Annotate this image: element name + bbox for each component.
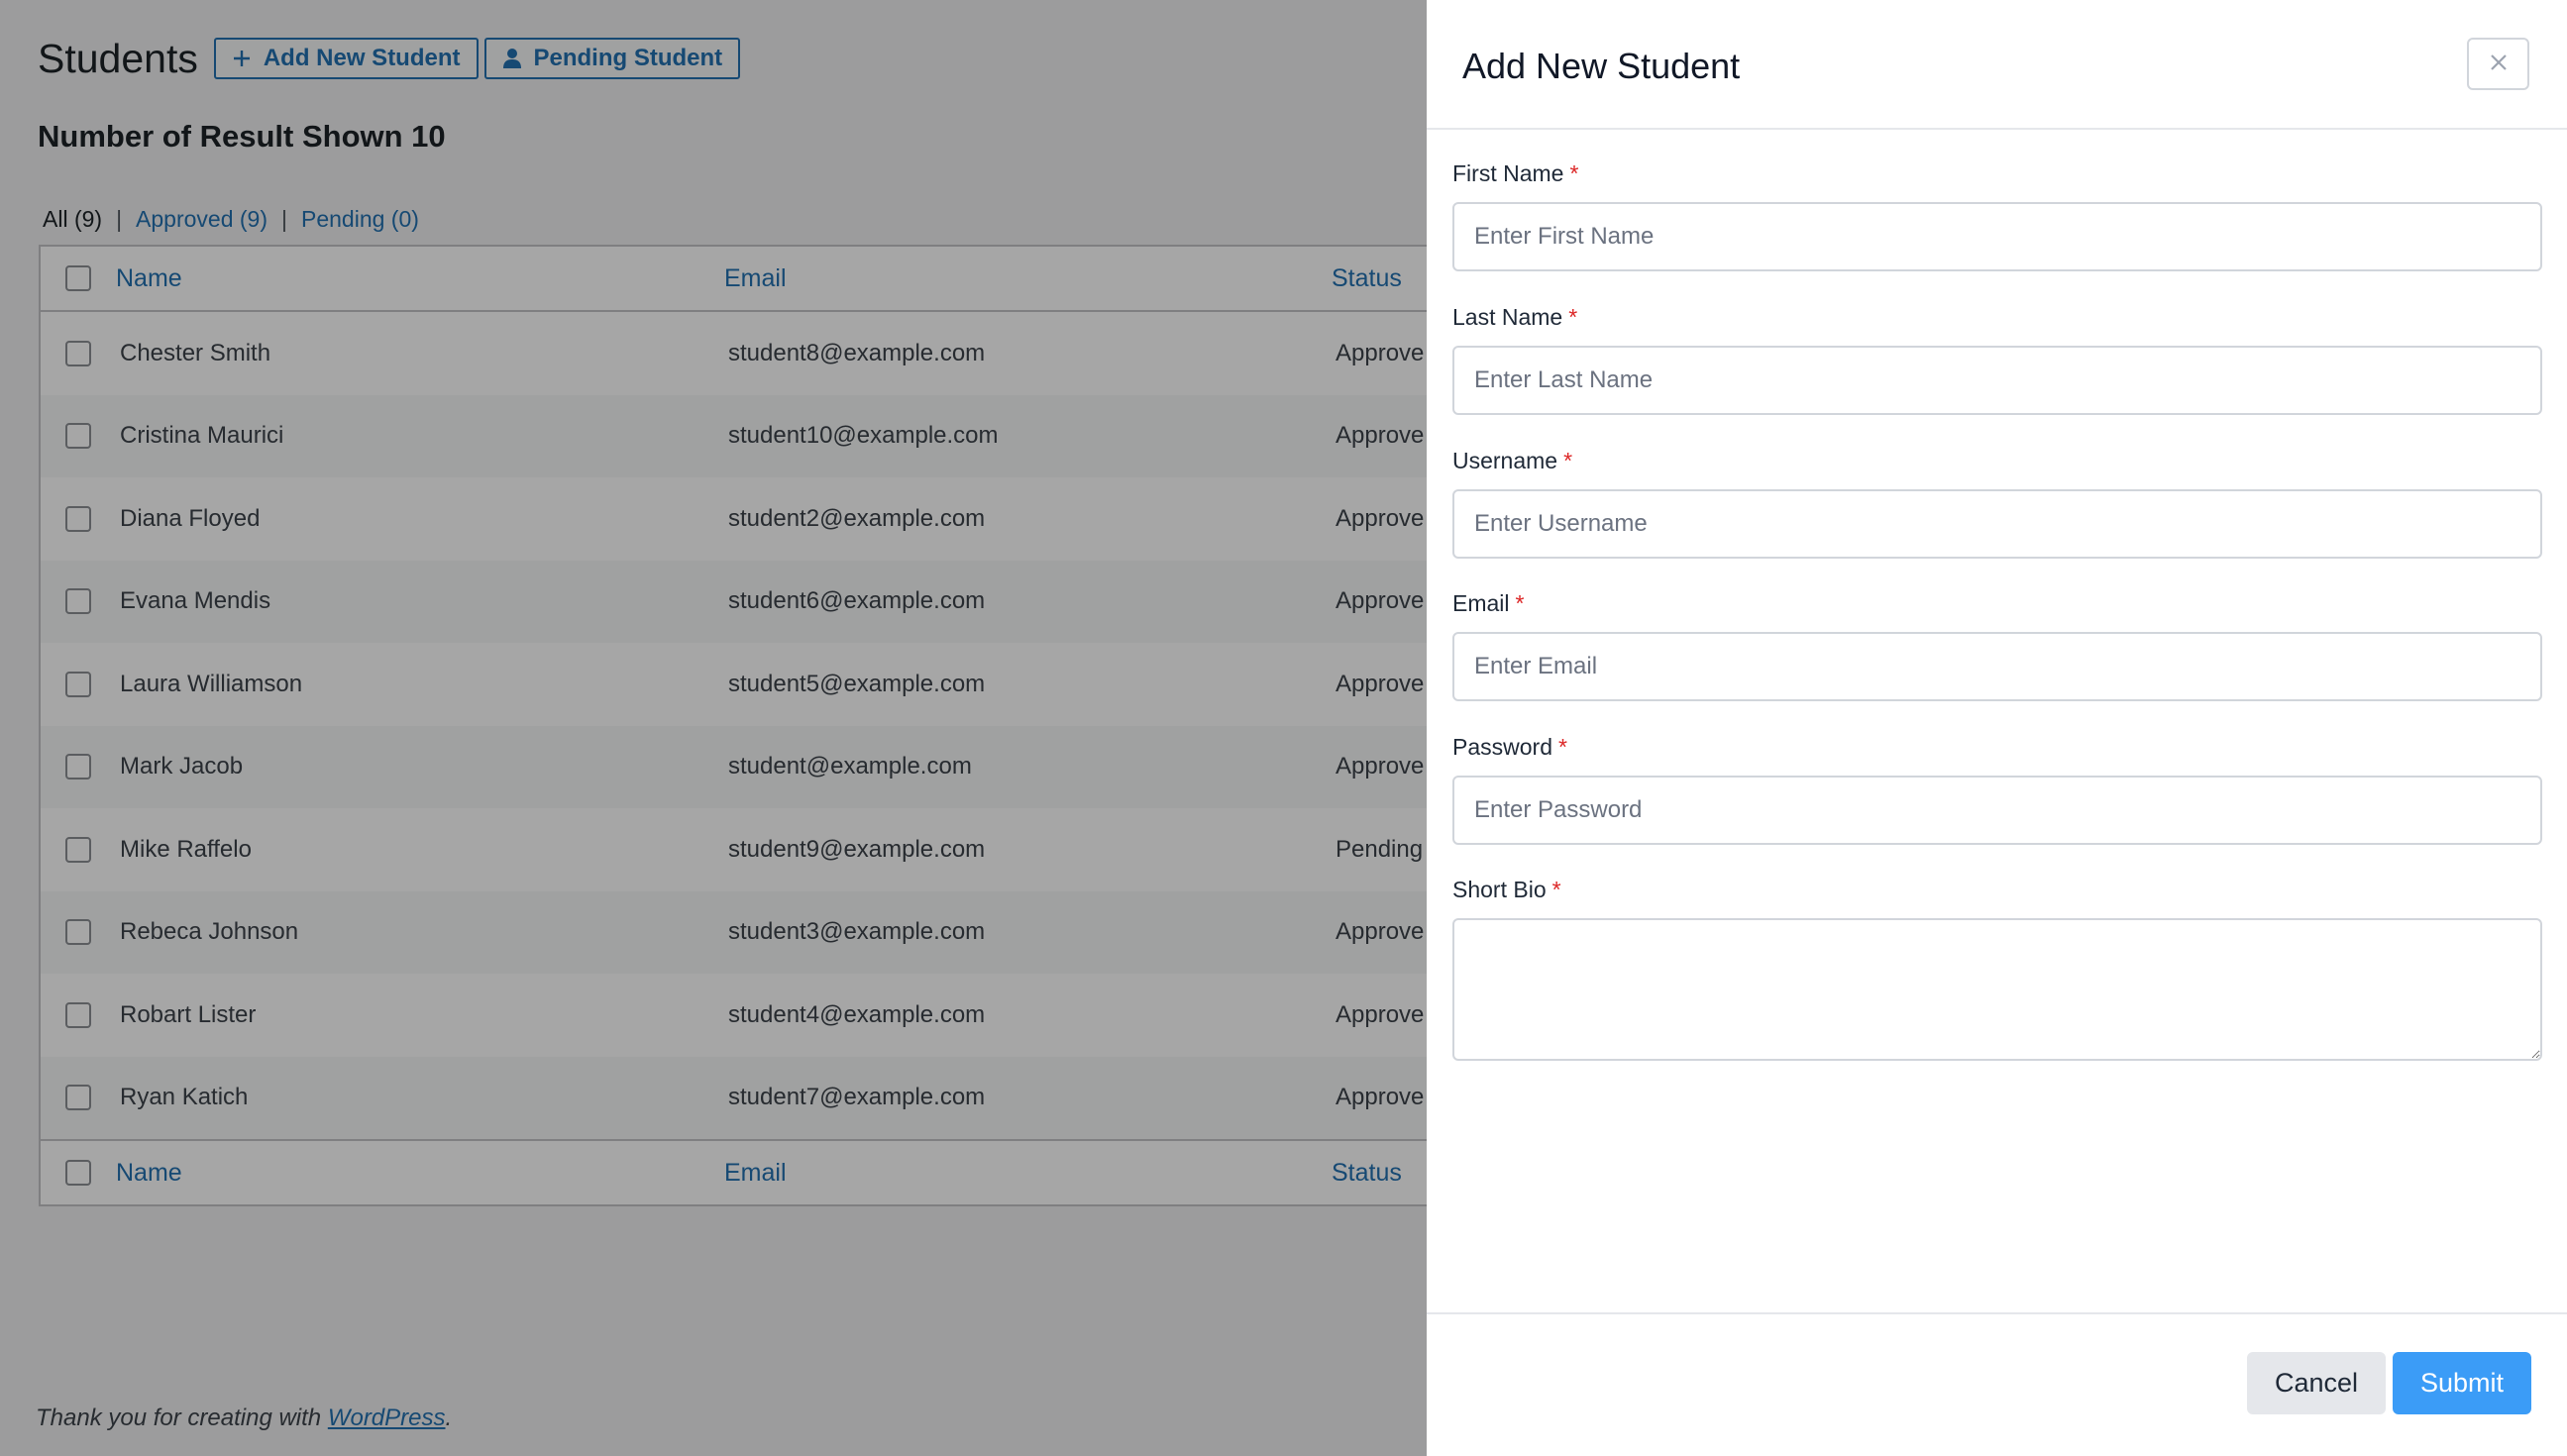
email-field: Email *: [1452, 588, 2542, 701]
email-label: Email: [1452, 590, 1510, 616]
close-icon: [2489, 52, 2509, 75]
required-mark: *: [1563, 448, 1573, 473]
last-name-input[interactable]: [1452, 346, 2542, 415]
drawer-title: Add New Student: [1462, 46, 1741, 86]
password-field: Password *: [1452, 732, 2542, 845]
required-mark: *: [1569, 160, 1579, 186]
cancel-button[interactable]: Cancel: [2247, 1352, 2386, 1414]
short-bio-textarea[interactable]: [1452, 918, 2542, 1061]
required-mark: *: [1568, 304, 1578, 330]
short-bio-field: Short Bio *: [1452, 875, 2542, 1066]
add-student-drawer: Add New Student First Name* Last Name* U…: [1427, 0, 2567, 1456]
username-field: Username *: [1452, 446, 2542, 559]
first-name-field: First Name *: [1452, 158, 2542, 271]
required-mark: *: [1551, 877, 1561, 902]
last-name-label: Last Name: [1452, 304, 1563, 330]
submit-button[interactable]: Submit: [2393, 1352, 2531, 1414]
short-bio-label: Short Bio: [1452, 877, 1547, 902]
last-name-field: Last Name *: [1452, 302, 2542, 415]
email-input[interactable]: [1452, 632, 2542, 701]
required-mark: *: [1557, 734, 1567, 760]
username-input[interactable]: [1452, 489, 2542, 559]
first-name-input[interactable]: [1452, 202, 2542, 271]
first-name-label: First Name: [1452, 160, 1564, 186]
username-label: Username: [1452, 448, 1558, 473]
drawer-header: Add New Student: [1427, 0, 2567, 130]
required-mark: *: [1515, 590, 1525, 616]
password-label: Password: [1452, 734, 1552, 760]
drawer-footer: Cancel Submit: [1427, 1312, 2567, 1456]
close-button[interactable]: [2467, 38, 2529, 90]
password-input[interactable]: [1452, 776, 2542, 845]
modal-backdrop[interactable]: [0, 0, 1427, 1456]
